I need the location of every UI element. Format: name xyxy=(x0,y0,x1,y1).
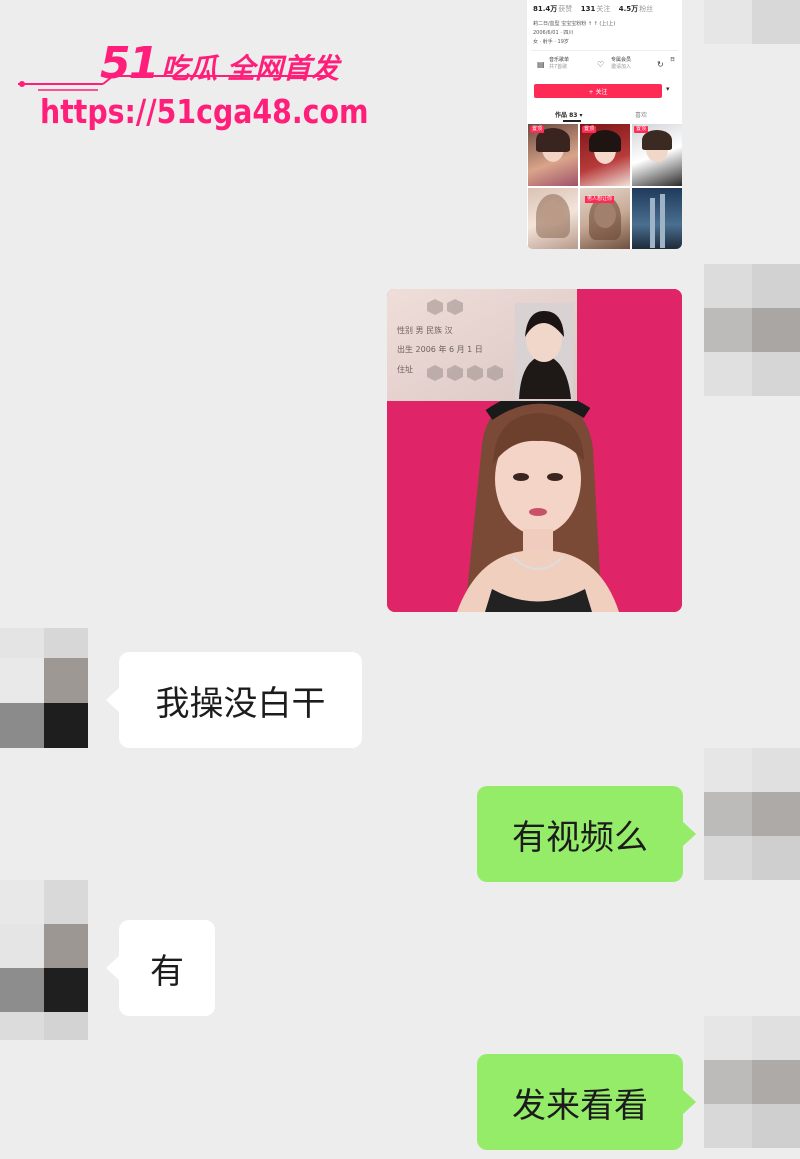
my-avatar[interactable] xyxy=(704,748,800,880)
quick-item-title: 专属会员 xyxy=(611,57,632,63)
tab-likes[interactable]: 喜欢 xyxy=(635,110,647,119)
quick-item-sub: 共7首歌 xyxy=(549,64,568,70)
watermark-brand-number: 51 xyxy=(100,38,159,89)
tab-works[interactable]: 作品 83 ▾ xyxy=(555,110,583,119)
profile-bio-line: 女 · 射手 · 19岁 xyxy=(533,39,569,45)
pinned-badge: 置顶 xyxy=(582,126,597,133)
heart-icon: ♡ xyxy=(597,60,605,69)
my-avatar[interactable] xyxy=(704,0,800,44)
music-icon: ▤ xyxy=(537,60,545,69)
quick-item-more[interactable]: 日 xyxy=(670,57,675,64)
message-bubble-received[interactable]: 我操没白干 xyxy=(119,652,362,748)
watermark-brand: 51 吃瓜 全网首发 xyxy=(100,38,339,89)
contact-avatar[interactable] xyxy=(0,880,88,1040)
stat-following-label: 关注 xyxy=(596,5,611,13)
profile-stats: 81.4万获赞 131关注 4.5万粉丝 xyxy=(533,4,659,14)
stat-likes-label: 获赞 xyxy=(558,5,573,13)
quick-item-sub: 邀请加入 xyxy=(611,64,632,70)
profile-tabs: 作品 83 ▾ 喜欢 xyxy=(527,108,682,122)
refresh-icon: ↻ xyxy=(657,60,664,69)
profile-bio-line: 莉二日/血型 宝宝宝粉粉 ↑ ↑ (上(上) xyxy=(533,21,616,27)
message-bubble-sent[interactable]: 有视频么 xyxy=(477,786,683,882)
video-thumbnail[interactable]: 置顶 xyxy=(632,124,682,186)
my-avatar[interactable] xyxy=(704,1016,800,1148)
video-caption-badge: 男人想让你 xyxy=(585,196,615,203)
message-bubble-sent[interactable]: 发来看看 xyxy=(477,1054,683,1150)
message-bubble-received[interactable]: 有 xyxy=(119,920,215,1016)
id-card-gender: 性别 男 民族 汉 xyxy=(397,326,453,335)
quick-item-title: 日 xyxy=(670,57,676,63)
stat-following-value: 131 xyxy=(580,5,596,13)
bubble-tail xyxy=(683,822,696,846)
watermark-url: https://51cga48.com xyxy=(40,92,369,131)
profile-screenshot-image[interactable]: 81.4万获赞 131关注 4.5万粉丝 莉二日/血型 宝宝宝粉粉 ↑ ↑ (上… xyxy=(527,0,682,249)
video-thumbnail[interactable]: 置顶 xyxy=(528,124,578,186)
quick-item-music[interactable]: 音乐歌单 共7首歌 xyxy=(549,57,569,71)
photo-image[interactable]: 性别 男 民族 汉 出生 2006 年 6 月 1 日 住址 xyxy=(387,289,682,612)
video-thumbnail[interactable] xyxy=(528,188,578,249)
id-card-birth: 出生 2006 年 6 月 1 日 xyxy=(397,345,483,354)
id-card-address: 住址 xyxy=(397,365,413,374)
stat-followers-value: 4.5万 xyxy=(618,5,639,13)
watermark-brand-text: 吃瓜 全网首发 xyxy=(161,52,339,85)
photo-illustration xyxy=(387,289,682,612)
stat-likes-value: 81.4万 xyxy=(533,5,558,13)
bubble-tail xyxy=(106,688,119,712)
follow-button[interactable]: + 关注 xyxy=(534,84,662,98)
quick-item-member[interactable]: 专属会员 邀请加入 xyxy=(611,57,631,71)
contact-avatar[interactable] xyxy=(0,628,88,748)
video-thumbnail[interactable] xyxy=(632,188,682,249)
bubble-tail xyxy=(683,1090,696,1114)
pinned-badge: 置顶 xyxy=(634,126,649,133)
my-avatar[interactable] xyxy=(704,264,800,396)
quick-item-title: 音乐歌单 xyxy=(549,57,570,63)
dropdown-icon[interactable]: ▾ xyxy=(666,85,670,93)
bubble-tail xyxy=(106,956,119,980)
video-thumbnail[interactable]: 置顶 xyxy=(580,124,630,186)
pinned-badge: 置顶 xyxy=(530,126,545,133)
stat-followers-label: 粉丝 xyxy=(639,5,654,13)
profile-bio-line: 2006/6/01 · 四川 xyxy=(533,30,574,36)
